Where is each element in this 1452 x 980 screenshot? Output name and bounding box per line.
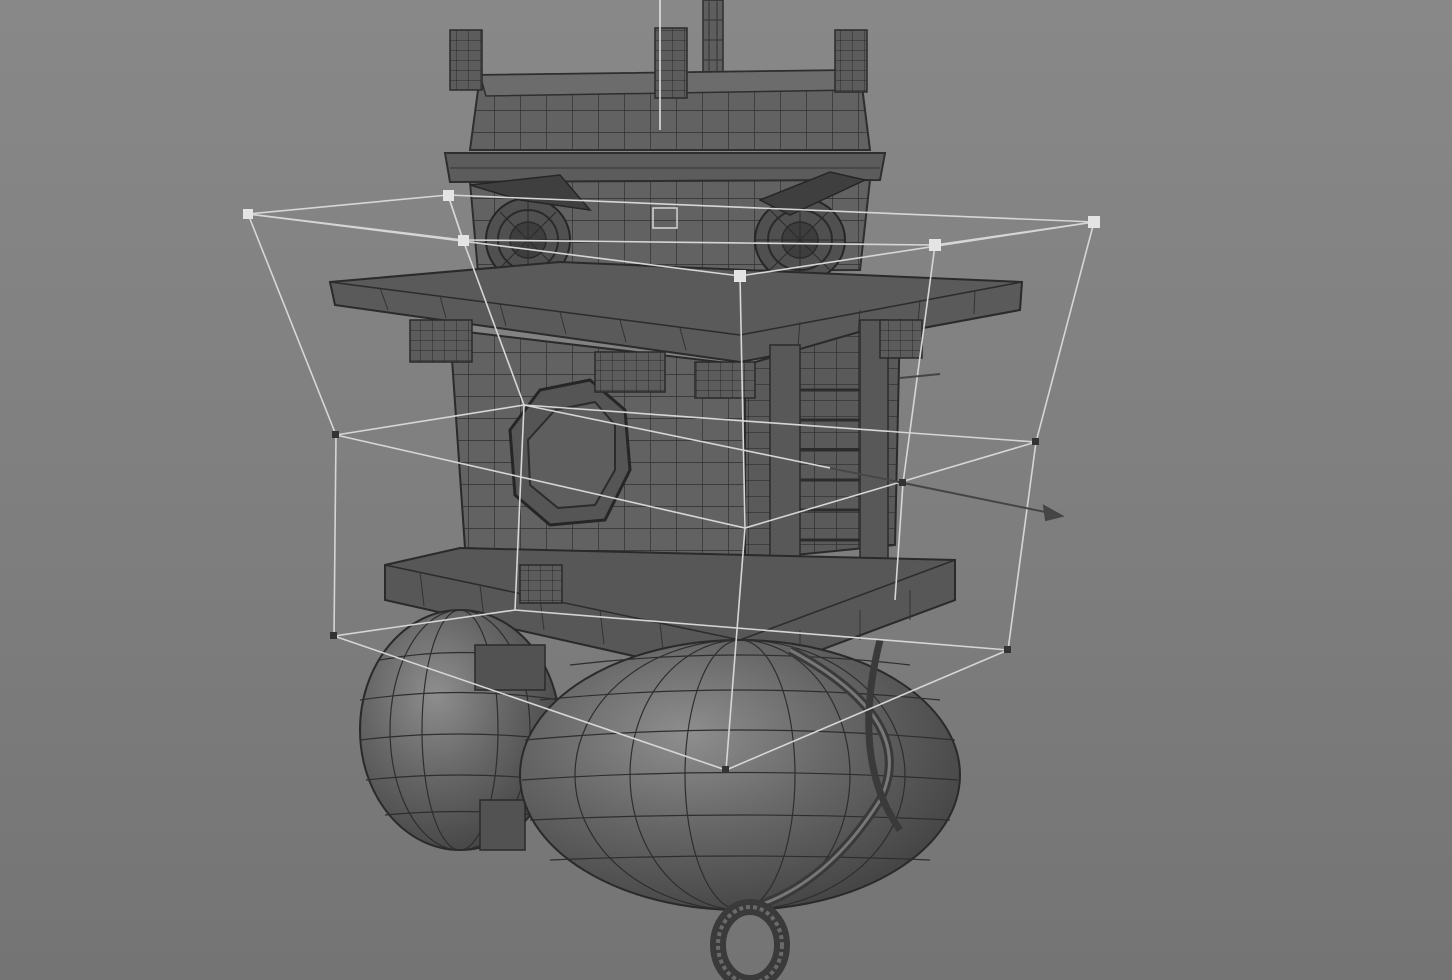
- anchor-ring: [710, 899, 790, 980]
- 3d-viewport[interactable]: [0, 0, 1452, 980]
- lattice-point[interactable]: [1088, 216, 1100, 228]
- lattice-point[interactable]: [734, 270, 746, 282]
- lattice-point[interactable]: [443, 190, 454, 201]
- lattice-point[interactable]: [899, 479, 906, 486]
- lattice-point[interactable]: [332, 431, 339, 438]
- lattice-point[interactable]: [929, 239, 941, 251]
- lattice-point[interactable]: [1004, 646, 1011, 653]
- lattice-point[interactable]: [458, 235, 469, 246]
- mast: [702, 0, 724, 81]
- right-balloon: [519, 639, 961, 911]
- lattice-point[interactable]: [330, 632, 337, 639]
- lattice-point[interactable]: [1032, 438, 1039, 445]
- viewport-canvas[interactable]: [0, 0, 1452, 980]
- lattice-point[interactable]: [722, 766, 729, 773]
- lattice-point[interactable]: [243, 209, 253, 219]
